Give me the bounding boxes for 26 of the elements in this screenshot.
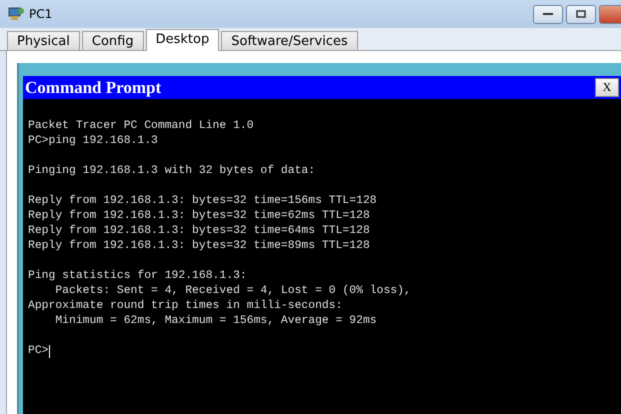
tab[interactable]: Config [82,31,144,50]
command-prompt-title: Command Prompt [25,78,162,98]
tab[interactable]: Software/Services [221,31,358,50]
window-title: PC1 [29,7,52,21]
terminal-line: Reply from 192.168.1.3: bytes=32 time=62ms TTL=128 [28,209,371,224]
terminal-line: Approximate round trip times in milli-seconds: [28,299,344,314]
terminal-line: Minimum = 62ms, Maximum = 156ms, Average = 92ms [54,314,378,329]
terminal-line: Packets: Sent = 4, Received = 4, Lost = 0 (0% loss), [54,284,412,299]
minimize-icon [543,12,553,16]
computer-icon [7,5,25,23]
text-cursor [48,345,50,358]
terminal-line: Reply from 192.168.1.3: bytes=32 time=64ms TTL=128 [28,224,371,239]
maximize-button[interactable] [566,4,596,24]
terminal-line: Packet Tracer PC Command Line 1.0 [28,119,255,134]
maximize-icon [576,10,586,18]
terminal-line: PC>ping 192.168.1.3 [28,134,159,149]
minimize-button[interactable] [533,4,563,24]
terminal-line: Reply from 192.168.1.3: bytes=32 time=89ms TTL=128 [28,239,371,254]
terminal-line: Ping statistics for 192.168.1.3: [28,269,248,284]
close-button[interactable]: X [595,78,619,97]
close-button[interactable] [599,4,621,24]
terminal-line: Pinging 192.168.1.3 with 32 bytes of data: [28,164,316,179]
tab[interactable]: Physical [7,31,80,50]
tab[interactable]: Desktop [146,29,220,51]
command-prompt-text: PC> [28,344,49,359]
terminal-line: Reply from 192.168.1.3: bytes=32 time=156ms TTL=128 [28,194,378,209]
